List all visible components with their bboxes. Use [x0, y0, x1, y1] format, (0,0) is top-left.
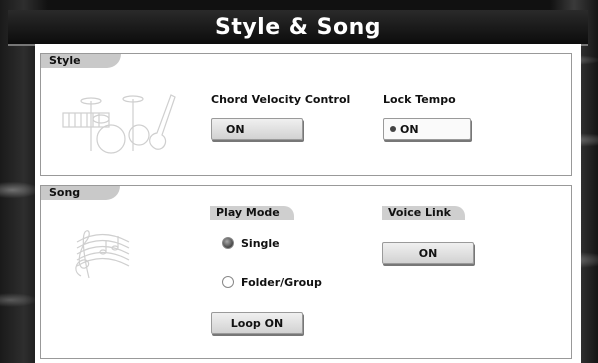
song-panel: Song Play Mode Single Folder/Group Loop … — [40, 185, 572, 359]
page-title: Style & Song — [214, 14, 382, 40]
chord-velocity-value: ON — [226, 122, 245, 136]
song-tab: Song — [41, 186, 121, 200]
loop-button[interactable]: Loop ON — [211, 312, 303, 334]
voice-link-value: ON — [418, 246, 438, 260]
single-label: Single — [241, 237, 280, 250]
chord-velocity-button[interactable]: ON — [211, 118, 303, 140]
folder-group-radio[interactable] — [222, 276, 234, 288]
indicator-dot-icon — [390, 126, 396, 132]
style-tab: Style — [41, 54, 121, 68]
treble-clef-staff-icon — [75, 230, 130, 279]
voice-link-label: Voice Link — [382, 206, 465, 220]
title-bar: Style & Song — [8, 10, 588, 46]
loop-label: Loop ON — [230, 316, 284, 330]
style-panel: Style Chord Velocity Control ON Lock Tem… — [40, 53, 572, 176]
lock-tempo-label: Lock Tempo — [383, 93, 456, 106]
single-radio[interactable] — [222, 237, 234, 249]
voice-link-button[interactable]: ON — [382, 242, 474, 264]
lock-tempo-value: ON — [400, 122, 419, 136]
lock-tempo-button[interactable]: ON — [383, 118, 471, 140]
chord-velocity-label: Chord Velocity Control — [211, 93, 351, 106]
play-mode-label: Play Mode — [210, 206, 294, 220]
drum-kit-keyboard-guitar-icon — [62, 94, 176, 154]
folder-group-label: Folder/Group — [241, 276, 322, 289]
content-area: Style Chord Velocity Control ON Lock Tem… — [35, 44, 581, 363]
